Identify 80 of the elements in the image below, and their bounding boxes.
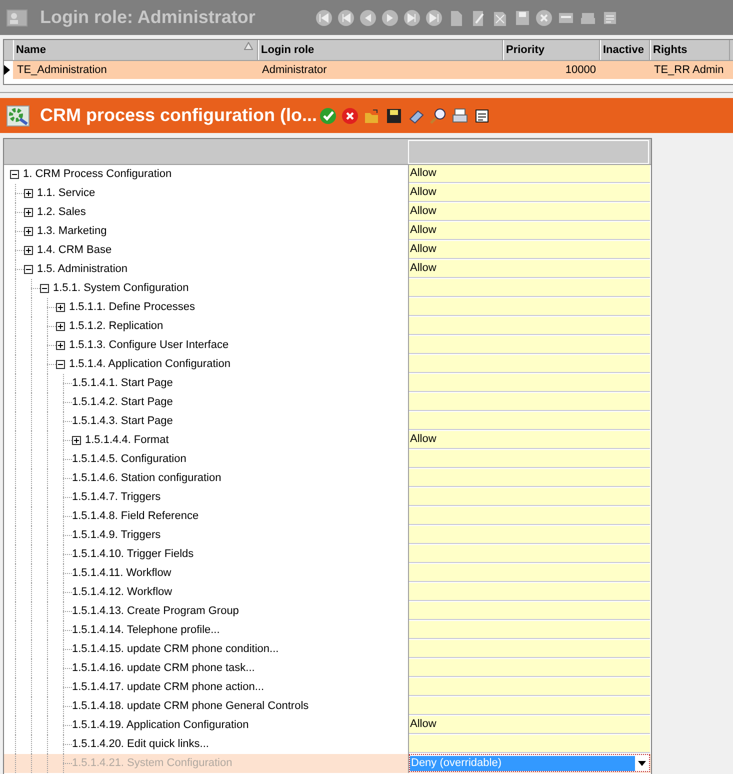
- table-cell-text: TE_Administration: [17, 62, 107, 78]
- tree-item[interactable]: 1.3. Marketing: [37, 223, 107, 240]
- column-header[interactable]: Priority: [503, 40, 600, 60]
- expand-icon[interactable]: [24, 208, 33, 217]
- cancel-icon[interactable]: [535, 8, 553, 26]
- tree-item[interactable]: 1.5.1.4.11. Workflow: [72, 565, 172, 582]
- tree-item[interactable]: 1.5.1.4.5. Configuration: [72, 451, 186, 468]
- first-icon[interactable]: [315, 8, 333, 26]
- tree-item[interactable]: 1.5.1.2. Replication: [69, 318, 164, 335]
- permission-cell: Allow: [409, 716, 650, 734]
- tree-item[interactable]: 1.5.1.4.16. update CRM phone task...: [72, 660, 255, 677]
- tree-item[interactable]: 1.5.1.4.3. Start Page: [72, 413, 173, 430]
- row-pointer-icon: [4, 65, 10, 75]
- checkmark-icon[interactable]: [319, 106, 338, 124]
- tree-item[interactable]: 1.5.1.4. Application Configuration: [69, 356, 230, 373]
- tree-item[interactable]: 1.5.1. System Configuration: [53, 280, 189, 297]
- tree-item[interactable]: 1.5.1.4.20. Edit quick links...: [72, 736, 209, 753]
- tree-item[interactable]: 1.5.1.4.1. Start Page: [72, 375, 173, 392]
- expand-icon[interactable]: [56, 322, 65, 331]
- previous-icon[interactable]: [359, 8, 377, 26]
- tree-item[interactable]: 1.5.1.4.6. Station configuration: [72, 470, 222, 487]
- save-icon[interactable]: [385, 106, 404, 124]
- permission-cell: Allow: [409, 241, 650, 259]
- column-header[interactable]: Name: [13, 40, 258, 60]
- expand-icon[interactable]: [24, 227, 33, 236]
- tree-item[interactable]: 1.2. Sales: [37, 204, 86, 221]
- expand-icon[interactable]: [72, 436, 81, 445]
- tree-item[interactable]: 1.5.1.4.4. Format: [85, 432, 169, 449]
- table-cell-text: 10000: [565, 62, 596, 78]
- tree-item[interactable]: 1.5.1.4.2. Start Page: [72, 394, 173, 411]
- settings-icon: [6, 104, 30, 126]
- cancel-icon[interactable]: [341, 106, 360, 124]
- column-header[interactable]: Inactive: [600, 40, 650, 60]
- caret-icon: [635, 760, 649, 766]
- collapse-icon[interactable]: [10, 170, 19, 179]
- tree-item[interactable]: 1.5.1.4.14. Telephone profile...: [72, 622, 220, 639]
- expand-icon[interactable]: [24, 246, 33, 255]
- tree-item[interactable]: 1.4. CRM Base: [37, 242, 112, 259]
- permission-cell: Allow: [409, 203, 650, 221]
- tree-item[interactable]: 1.1. Service: [37, 185, 96, 202]
- tree-item[interactable]: 1.5. Administration: [37, 261, 128, 278]
- table-cell-text: TE_RR Admin: [654, 62, 724, 78]
- tree-item[interactable]: 1.5.1.4.7. Triggers: [72, 489, 161, 506]
- permission-cell: Allow: [409, 431, 650, 449]
- tree-item[interactable]: 1.5.1.1. Define Processes: [69, 299, 195, 316]
- tree-item[interactable]: 1.5.1.4.13. Create Program Group: [72, 603, 239, 620]
- search-icon[interactable]: [429, 106, 448, 124]
- tree-item[interactable]: 1.5.1.4.15. update CRM phone condition...: [72, 641, 279, 658]
- user-card-icon: [6, 8, 28, 28]
- printer-icon[interactable]: [451, 106, 470, 124]
- tree-item[interactable]: 1.5.1.4.12. Workflow: [72, 584, 172, 601]
- window-title: Login role: Administrator: [40, 6, 256, 29]
- column-header[interactable]: Rights: [650, 40, 730, 60]
- tree-item[interactable]: 1.5.1.4.8. Field Reference: [72, 508, 199, 525]
- expand-icon[interactable]: [56, 341, 65, 350]
- permission-cell: Allow: [409, 184, 650, 202]
- last-icon[interactable]: [425, 8, 443, 26]
- table-row[interactable]: TE_Administration Administrator 10000 TE_RR Admin: [4, 61, 733, 79]
- table-cell-text: Administrator: [262, 62, 327, 78]
- previous-page-icon[interactable]: [337, 8, 355, 26]
- tree-item[interactable]: 1.5.1.4.17. update CRM phone action...: [72, 679, 264, 696]
- panel-title: CRM process configuration (lo...: [40, 104, 318, 127]
- collapse-icon[interactable]: [24, 265, 33, 274]
- next-page-icon[interactable]: [403, 8, 421, 26]
- column-header[interactable]: Login role: [258, 40, 503, 60]
- permission-cell: Allow: [409, 165, 650, 183]
- tree-item[interactable]: 1.5.1.4.9. Triggers: [72, 527, 161, 544]
- tree-item[interactable]: 1.5.1.3. Configure User Interface: [69, 337, 229, 354]
- collapse-icon[interactable]: [56, 360, 65, 369]
- permission-cell: Allow: [409, 260, 650, 278]
- collapse-icon[interactable]: [40, 284, 49, 293]
- permission-cell: Allow: [409, 222, 650, 240]
- tree-item[interactable]: 1.5.1.4.19. Application Configuration: [72, 717, 249, 734]
- tree-item[interactable]: 1.5.1.4.18. update CRM phone General Controls: [72, 698, 309, 715]
- document-list-icon[interactable]: [473, 106, 492, 124]
- tree-item[interactable]: 1. CRM Process Configuration: [23, 166, 172, 183]
- next-icon[interactable]: [381, 8, 399, 26]
- expand-icon[interactable]: [24, 189, 33, 198]
- expand-icon[interactable]: [56, 303, 65, 312]
- tree-item[interactable]: 1.5.1.4.10. Trigger Fields: [72, 546, 194, 563]
